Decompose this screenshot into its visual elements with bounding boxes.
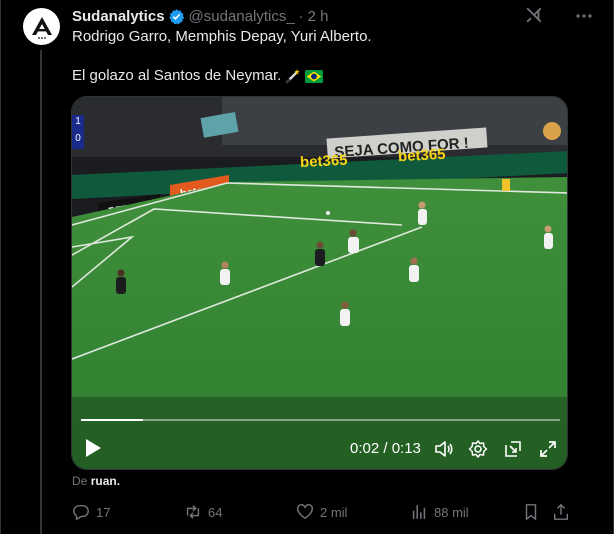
tweet-text-line-2-text: El golazo al Santos de Neymar. [72,67,282,84]
pip-icon[interactable] [503,439,523,464]
verified-badge-icon[interactable] [168,8,185,25]
brazil-flag-emoji-icon [305,69,324,83]
tweet-header: Sudanalytics @sudanalytics_ · 2 h [72,6,329,26]
progress-bar-fill [81,419,144,421]
scoreboard: 1 0 [72,115,84,149]
tweet-text-line-1: Rodrigo Garro, Memphis Depay, Yuri Alber… [72,28,372,45]
repost-count: 64 [208,504,223,520]
bookmark-button[interactable] [522,503,540,521]
attribution: De ruan. [72,474,120,488]
share-icon [553,504,569,520]
video-frame: SEJA COMO FOR ! bet365 bet365 betano BET… [72,97,567,469]
tweet-text-line-2: El golazo al Santos de Neymar. [72,66,324,86]
reply-count: 17 [96,504,111,520]
channel-badge-icon [543,122,561,140]
views-icon [412,504,426,520]
progress-bar[interactable] [81,419,560,421]
author-handle[interactable]: @sudanalytics_ [189,8,295,25]
tweet-actions: 17 64 2 mil 88 mil [72,503,572,523]
play-icon[interactable] [84,438,102,463]
views-button[interactable]: 88 mil [410,503,469,521]
magic-wand-emoji-icon [285,68,301,84]
ad-board-text-1: bet365 [300,152,348,171]
separator-dot: · [298,7,304,25]
attribution-prefix: De [72,474,88,488]
settings-icon[interactable] [468,439,488,464]
author-name[interactable]: Sudanalytics [72,8,165,25]
avatar[interactable] [23,8,60,45]
scoreboard-home: 1 [75,116,81,127]
share-button[interactable] [552,503,570,521]
scoreboard-away: 0 [75,133,81,144]
sudanalytics-logo-icon [31,16,52,39]
ball [326,211,330,215]
reply-button[interactable]: 17 [72,503,110,521]
attribution-user[interactable]: ruan. [91,474,120,488]
like-count: 2 mil [320,504,348,520]
fullscreen-icon[interactable] [538,439,558,464]
volume-icon[interactable] [434,439,454,464]
view-count: 88 mil [434,504,469,520]
grok-icon[interactable] [525,6,543,29]
timeline-border-left [0,0,1,534]
reply-icon [73,504,89,520]
more-icon[interactable] [574,6,594,31]
thread-line [40,50,42,534]
ad-board-text-2: bet365 [398,146,446,165]
video-player[interactable]: SEJA COMO FOR ! bet365 bet365 betano BET… [71,96,568,470]
video-timecode: 0:02 / 0:13 [350,440,421,457]
like-button[interactable]: 2 mil [296,503,347,521]
crowd-stands [72,97,567,159]
like-icon [297,504,313,520]
bookmark-icon [525,504,537,520]
timestamp[interactable]: 2 h [308,8,329,25]
repost-icon [186,505,200,519]
controls-scrim [72,397,567,469]
repost-button[interactable]: 64 [184,503,222,521]
